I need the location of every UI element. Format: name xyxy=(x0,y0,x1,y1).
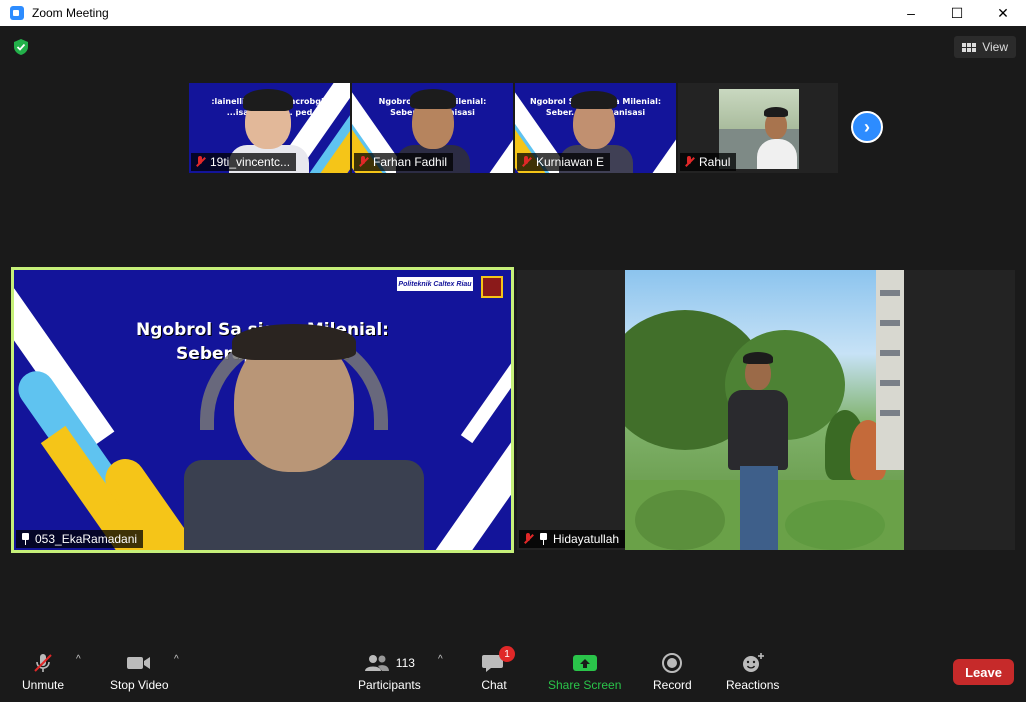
participants-count: 113 xyxy=(395,656,415,670)
participant-thumbnail[interactable]: :lainelliM awsis...hcrobgN ...isasinagrO… xyxy=(189,83,350,173)
participant-name-tag: Farhan Fadhil xyxy=(354,153,454,171)
participants-label: Participants xyxy=(358,678,421,692)
muted-mic-icon xyxy=(358,156,368,168)
participant-name-tag: Hidayatullah xyxy=(519,530,626,548)
participant-name: Rahul xyxy=(699,155,731,169)
reactions-button[interactable]: Reactions xyxy=(726,650,779,692)
audio-options-caret-icon[interactable]: ^ xyxy=(76,654,81,665)
participant-thumbnail[interactable]: Ngobrol S...hasiswa Milenial: Seber... B… xyxy=(515,83,676,173)
zoom-logo-icon xyxy=(10,6,24,20)
share-screen-icon xyxy=(572,650,598,676)
participant-name: Kurniawan E xyxy=(536,155,605,169)
meeting-area: View :lainelliM awsis...hcrobgN ...isasi… xyxy=(0,26,1026,638)
unmute-button[interactable]: Unmute xyxy=(22,650,64,692)
participant-video xyxy=(625,270,904,550)
stop-video-button[interactable]: Stop Video xyxy=(110,650,169,692)
muted-microphone-icon xyxy=(31,650,55,676)
shield-icon[interactable] xyxy=(12,38,30,56)
share-screen-label: Share Screen xyxy=(548,678,622,692)
window-controls: – ☐ ✕ xyxy=(888,0,1026,26)
participant-name-tag: Kurniawan E xyxy=(517,153,611,171)
participant-name: 053_EkaRamadani xyxy=(35,532,138,546)
participants-button[interactable]: 113 Participants xyxy=(358,650,421,692)
muted-mic-icon xyxy=(521,156,531,168)
muted-mic-icon xyxy=(195,156,205,168)
pin-icon xyxy=(20,533,30,545)
share-screen-button[interactable]: Share Screen xyxy=(548,650,621,692)
leave-meeting-button[interactable]: Leave xyxy=(953,659,1014,685)
chat-unread-badge: 1 xyxy=(499,646,515,662)
record-button[interactable]: Record xyxy=(653,650,692,692)
reactions-label: Reactions xyxy=(726,678,780,692)
reactions-emoji-icon xyxy=(740,650,766,676)
active-speaker-tile[interactable]: Politeknik Caltex Riau Ngobrol Sa siswa … xyxy=(11,267,514,553)
chat-label: Chat xyxy=(481,678,507,692)
minimize-button[interactable]: – xyxy=(888,0,934,26)
participant-thumbnail-strip: :lainelliM awsis...hcrobgN ...isasinagrO… xyxy=(189,83,838,173)
video-options-caret-icon[interactable]: ^ xyxy=(174,654,179,665)
participant-name: Farhan Fadhil xyxy=(373,155,448,169)
participant-name: Hidayatullah xyxy=(553,532,620,546)
participant-tile[interactable]: Hidayatullah xyxy=(517,270,1015,550)
chat-bubble-icon: 1 xyxy=(481,646,515,676)
participant-name: 19ti_vincentc... xyxy=(210,155,291,169)
record-label: Record xyxy=(653,678,692,692)
unmute-label: Unmute xyxy=(22,678,65,692)
muted-mic-icon xyxy=(523,533,533,545)
slide-logo-text: Politeknik Caltex Riau xyxy=(397,277,473,291)
participants-options-caret-icon[interactable]: ^ xyxy=(438,654,443,665)
video-camera-icon xyxy=(125,650,153,676)
chat-button[interactable]: 1 Chat xyxy=(481,646,515,692)
window-title: Zoom Meeting xyxy=(32,6,109,20)
next-page-arrow-icon[interactable]: › xyxy=(851,111,883,143)
view-button[interactable]: View xyxy=(954,36,1016,58)
participant-thumbnail[interactable]: Rahul xyxy=(678,83,838,173)
title-bar: Zoom Meeting – ☐ ✕ xyxy=(0,0,1026,26)
participant-name-tag: 053_EkaRamadani xyxy=(16,530,144,548)
muted-mic-icon xyxy=(684,156,694,168)
participants-icon xyxy=(364,655,389,671)
meeting-toolbar: Unmute ^ Stop Video ^ 113 Participants ^ xyxy=(0,638,1026,702)
pin-icon xyxy=(538,533,548,545)
close-button[interactable]: ✕ xyxy=(980,0,1026,26)
institution-logo-icon xyxy=(481,276,503,298)
stop-video-label: Stop Video xyxy=(110,678,169,692)
view-label: View xyxy=(982,40,1008,54)
maximize-button[interactable]: ☐ xyxy=(934,0,980,26)
grid-view-icon xyxy=(962,42,977,52)
participant-thumbnail[interactable]: Ngobrol S...wa Milenial: Sebera... rgani… xyxy=(352,83,513,173)
participant-name-tag: Rahul xyxy=(680,153,737,171)
participant-name-tag: 19ti_vincentc... xyxy=(191,153,297,171)
record-icon xyxy=(660,650,684,676)
